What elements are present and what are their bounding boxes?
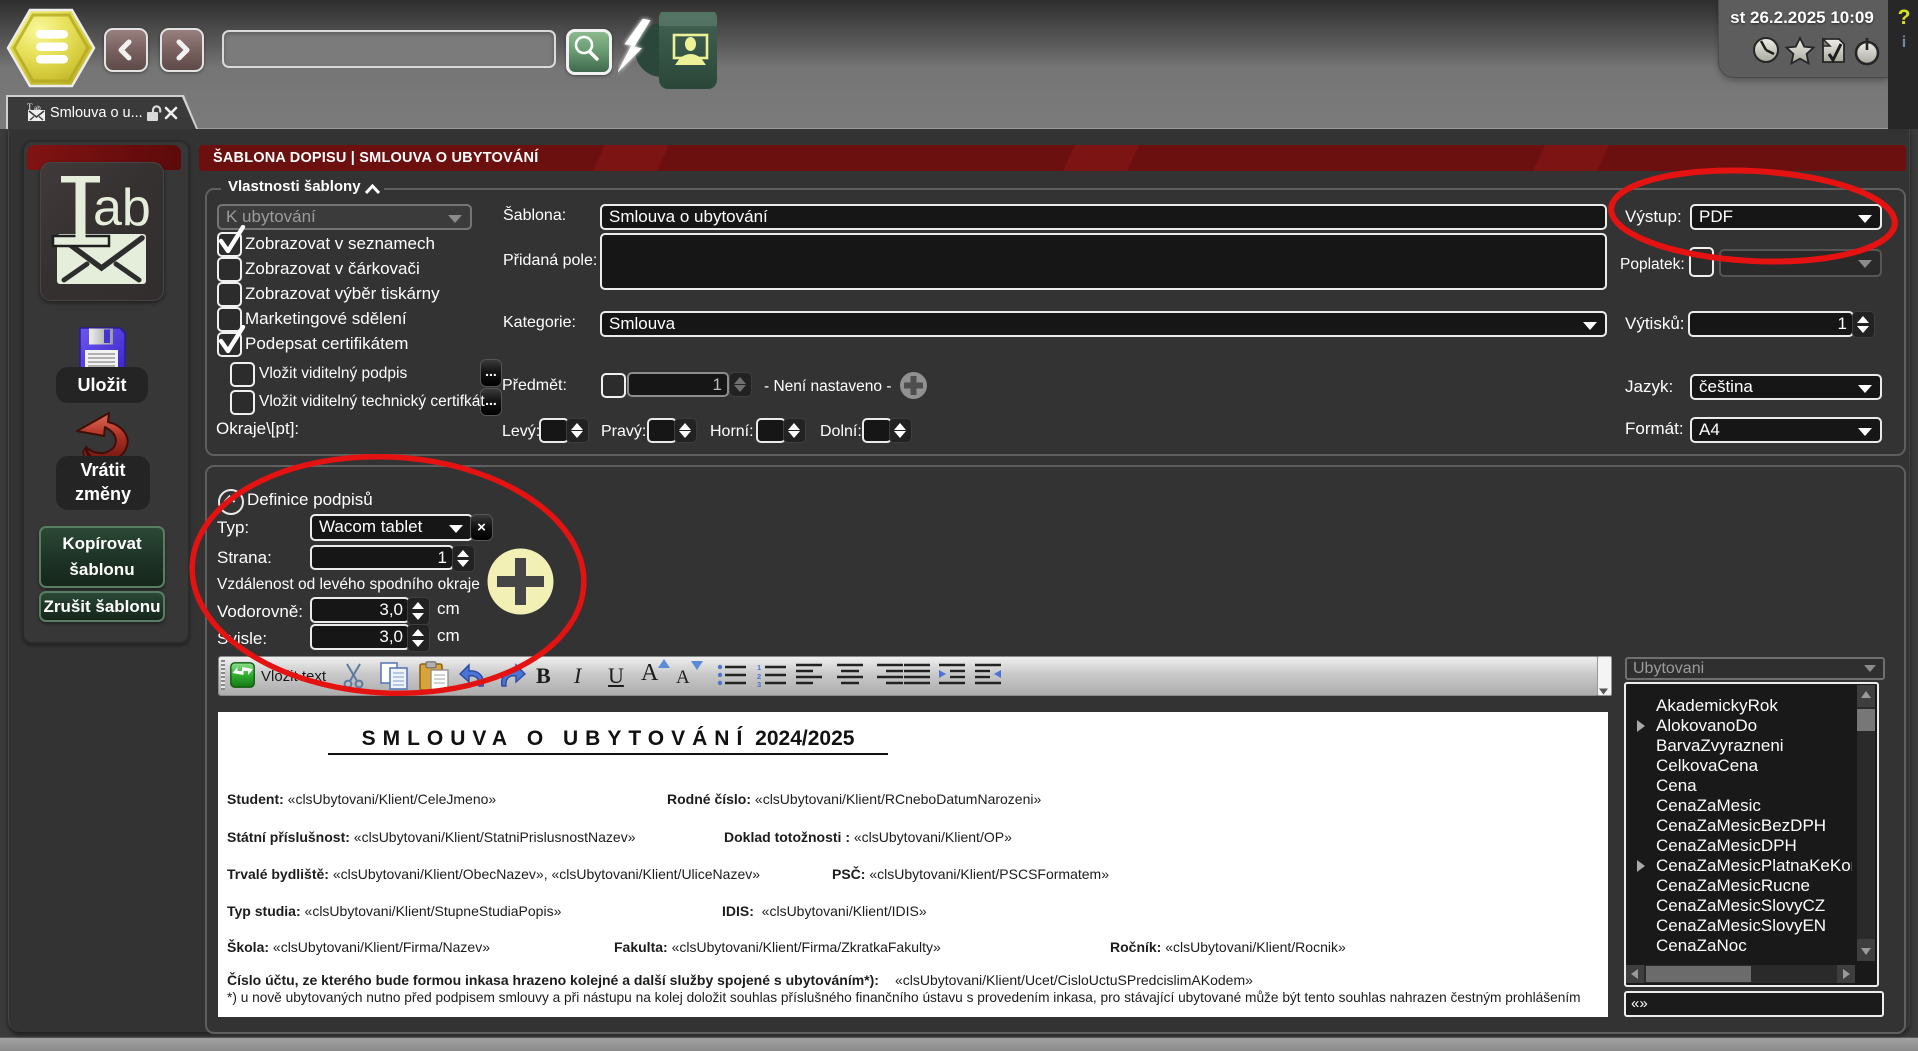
svg-text:3: 3 [757,680,761,688]
svg-text:1: 1 [757,663,761,672]
svg-text:ab: ab [93,179,151,237]
